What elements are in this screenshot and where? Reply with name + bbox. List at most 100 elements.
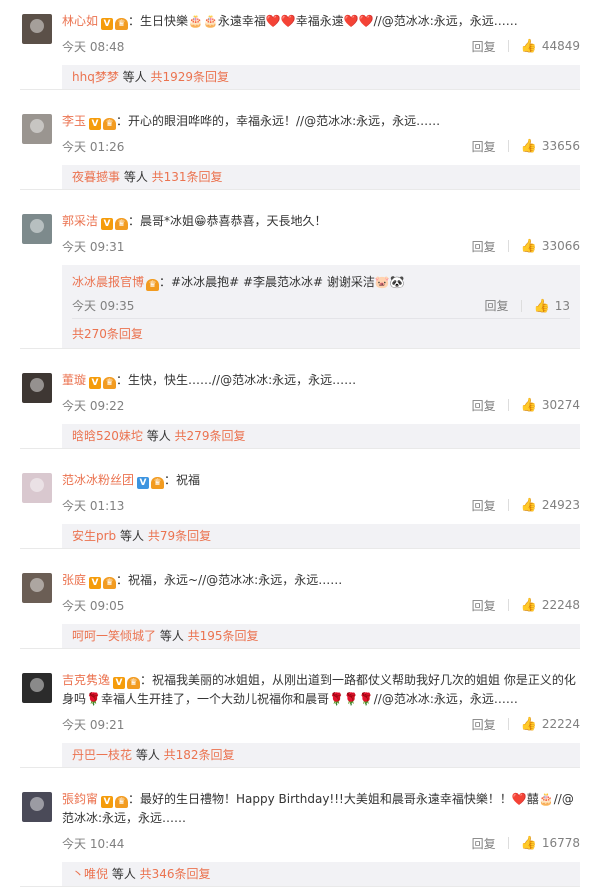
avatar[interactable] (22, 14, 52, 44)
thumb-up-icon: 👍 (520, 38, 537, 54)
thumb-up-icon: 👍 (520, 597, 537, 613)
reply-summary[interactable]: 夜暮撼事 等人 共131条回复 (62, 165, 580, 190)
sub-reply-box: 冰冰晨报官博 ♛ ：#冰冰晨抱# #李晨范冰冰# 谢谢采洁🐷🐼 今天 09:35 回… (62, 265, 580, 349)
comment-text: 林心如 V ♛ ：生日快樂🎂🎂永遠幸福❤️❤️幸福永遠❤️❤️//@范冰冰:永远，永远… (62, 12, 580, 31)
reply-button[interactable]: 回复 (472, 497, 496, 514)
reply-summary[interactable]: 丶唯倪 等人 共346条回复 (62, 862, 580, 887)
like-button[interactable]: 👍 22248 (521, 598, 580, 613)
thumb-up-icon: 👍 (520, 497, 537, 513)
comment-list: 林心如 V ♛ ：生日快樂🎂🎂永遠幸福❤️❤️幸福永遠❤️❤️//@范冰冰:永远，永远… (0, 0, 600, 887)
vip-crown-icon: ♛ (151, 477, 165, 489)
reply-names[interactable]: hhq梦梦 (72, 70, 119, 84)
thumb-up-icon: 👍 (520, 138, 537, 154)
sub-username-link[interactable]: 冰冰晨报官博 (72, 275, 144, 289)
like-button[interactable]: 👍 33656 (521, 139, 580, 154)
divider (507, 718, 509, 730)
like-count: 24923 (541, 498, 580, 512)
username-link[interactable]: 林心如 (62, 14, 98, 28)
reply-button[interactable]: 回复 (472, 397, 496, 414)
reply-sep: 等人 (142, 429, 175, 443)
avatar[interactable] (22, 573, 52, 603)
divider (507, 140, 509, 152)
like-button[interactable]: 👍 22224 (521, 717, 580, 732)
avatar[interactable] (22, 473, 52, 503)
username-link[interactable]: 张庭 (62, 573, 86, 587)
verified-v-icon: V (89, 118, 102, 130)
avatar[interactable] (22, 673, 52, 703)
thumb-up-icon: 👍 (520, 716, 537, 732)
reply-names[interactable]: 丶唯倪 (72, 867, 108, 881)
username-link[interactable]: 張鈞甯 (62, 792, 98, 806)
timestamp: 今天 01:26 (62, 139, 125, 154)
verified-v-icon: V (101, 218, 114, 230)
reply-summary[interactable]: 晗晗520妹坨 等人 共279条回复 (62, 424, 580, 449)
reply-count[interactable]: 共195条回复 (188, 629, 259, 643)
reply-count[interactable]: 共346条回复 (140, 867, 211, 881)
username-link[interactable]: 范冰冰粉丝团 (62, 473, 134, 487)
like-button[interactable]: 👍 24923 (521, 498, 580, 513)
vip-crown-icon: ♛ (103, 577, 117, 589)
reply-summary[interactable]: 呵呵一笑倾城了 等人 共195条回复 (62, 624, 580, 649)
username-link[interactable]: 董璇 (62, 373, 86, 387)
username-link[interactable]: 李玉 (62, 114, 86, 128)
like-button[interactable]: 👍 33066 (521, 239, 580, 254)
timestamp: 今天 09:22 (62, 398, 125, 413)
comment-meta: 今天 09:05 回复 👍 22248 (62, 592, 580, 618)
divider (520, 300, 522, 312)
reply-names[interactable]: 夜暮撼事 (72, 170, 120, 184)
comment-text: 郭采洁 V ♛ ：晨哥*冰姐😁恭喜恭喜，天長地久！ (62, 212, 580, 231)
avatar[interactable] (22, 373, 52, 403)
avatar[interactable] (22, 114, 52, 144)
thumb-up-icon: 👍 (533, 298, 550, 314)
like-count: 33066 (541, 239, 580, 253)
divider (507, 499, 509, 511)
reply-button[interactable]: 回复 (472, 238, 496, 255)
comment-text: 董璇 V ♛ ：生快，快生……//@范冰冰:永远，永远…… (62, 371, 580, 390)
reply-summary[interactable]: hhq梦梦 等人 共1929条回复 (62, 65, 580, 90)
reply-count[interactable]: 共182条回复 (164, 748, 235, 762)
username-link[interactable]: 郭采洁 (62, 214, 98, 228)
timestamp: 今天 08:48 (62, 39, 125, 54)
reply-button[interactable]: 回复 (472, 597, 496, 614)
reply-button[interactable]: 回复 (472, 138, 496, 155)
like-button[interactable]: 👍 16778 (521, 836, 580, 851)
like-button[interactable]: 👍 30274 (521, 398, 580, 413)
reply-button[interactable]: 回复 (472, 835, 496, 852)
reply-count[interactable]: 共279条回复 (175, 429, 246, 443)
comment-meta: 今天 01:13 回复 👍 24923 (62, 492, 580, 518)
reply-names[interactable]: 安生prb (72, 529, 116, 543)
divider (507, 837, 509, 849)
vip-crown-icon: ♛ (115, 796, 129, 808)
reply-count[interactable]: 共270条回复 (72, 327, 143, 341)
verified-v-icon: V (113, 677, 126, 689)
comment-body: ：最好的生日禮物！Happy Birthday!!!大美姐和晨哥永遠幸福快樂！！… (62, 792, 574, 825)
reply-button[interactable]: 回复 (472, 38, 496, 55)
avatar[interactable] (22, 792, 52, 822)
avatar[interactable] (22, 214, 52, 244)
reply-sep: 等人 (132, 748, 164, 762)
like-button[interactable]: 👍 13 (534, 294, 570, 319)
verified-v-icon: V (101, 18, 114, 30)
reply-summary[interactable]: 共270条回复 (72, 318, 570, 349)
reply-names[interactable]: 丹巴一枝花 (72, 748, 132, 762)
reply-count[interactable]: 共1929条回复 (150, 70, 229, 84)
comment-item: 范冰冰粉丝团 V ♛ ：祝福 今天 01:13 回复 👍 24923 安生prb 等人 … (0, 459, 600, 549)
reply-button[interactable]: 回复 (472, 716, 496, 733)
comment-meta: 今天 09:21 回复 👍 22224 (62, 711, 580, 737)
reply-count[interactable]: 共79条回复 (148, 529, 211, 543)
thumb-up-icon: 👍 (520, 238, 537, 254)
timestamp: 今天 10:44 (62, 836, 125, 851)
comment-item: 李玉 V ♛ ：开心的眼泪哗哗的，幸福永远！//@范冰冰:永远，永远…… 今天 01:… (0, 100, 600, 190)
timestamp: 今天 09:31 (62, 239, 125, 254)
reply-names[interactable]: 呵呵一笑倾城了 (72, 629, 156, 643)
like-button[interactable]: 👍 44849 (521, 39, 580, 54)
reply-count[interactable]: 共131条回复 (152, 170, 223, 184)
reply-button[interactable]: 回复 (485, 294, 509, 319)
reply-summary[interactable]: 丹巴一枝花 等人 共182条回复 (62, 743, 580, 768)
username-link[interactable]: 吉克隽逸 (62, 673, 110, 687)
comment-meta: 今天 09:22 回复 👍 30274 (62, 392, 580, 418)
reply-summary[interactable]: 安生prb 等人 共79条回复 (62, 524, 580, 549)
verified-v-icon: V (89, 377, 102, 389)
reply-names[interactable]: 晗晗520妹坨 (72, 429, 143, 443)
comment-text: 范冰冰粉丝团 V ♛ ：祝福 (62, 471, 580, 490)
